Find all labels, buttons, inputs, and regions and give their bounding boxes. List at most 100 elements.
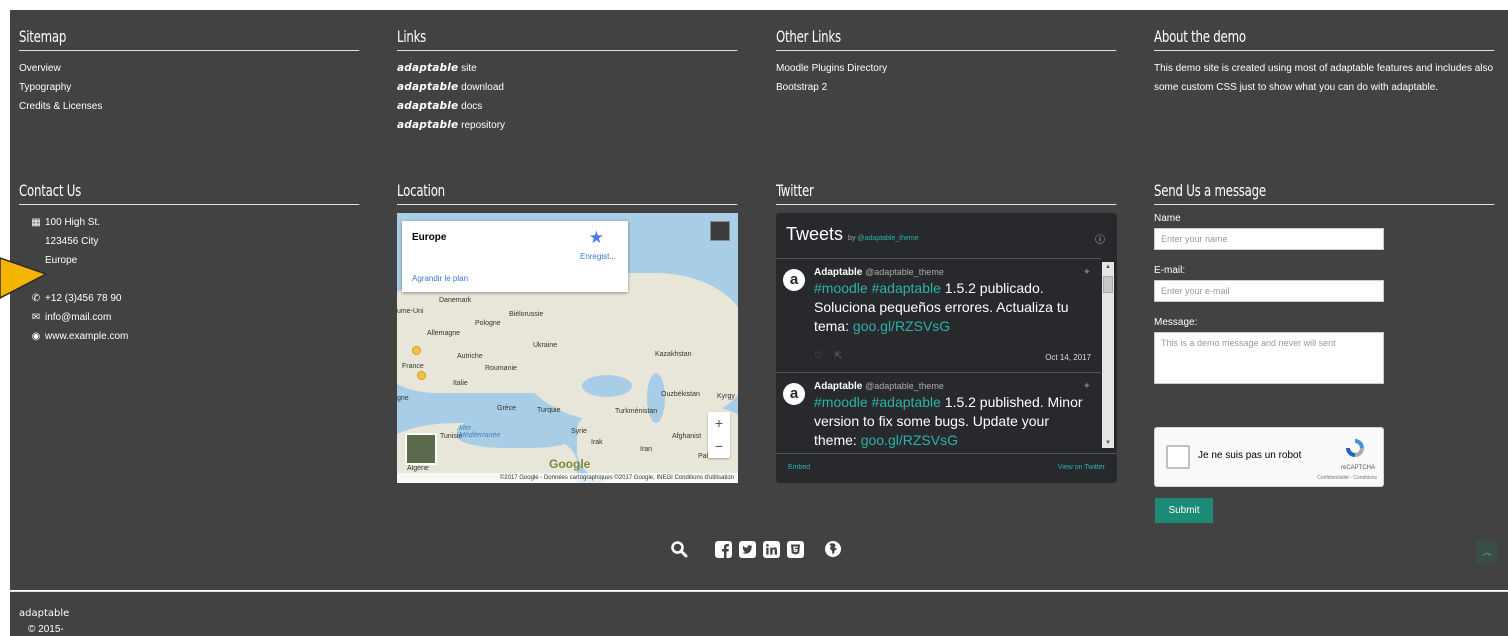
submit-button[interactable]: Submit [1155,498,1213,523]
yellow-arrow-annotation [0,257,48,299]
twitter-icon[interactable] [738,540,756,558]
search-icon[interactable] [670,540,688,558]
tweets-scrollbar[interactable]: ▲ ▼ [1102,262,1114,448]
sitemap-section: Sitemap Overview Typography Credits & Li… [19,27,360,116]
zoom-out-button[interactable]: − [708,435,730,458]
message-title: Send Us a message [1154,181,1495,205]
scroll-up-icon[interactable]: ▲ [1102,264,1114,270]
map-label: gne [397,395,409,402]
map-label: Italie [453,380,468,387]
map-streetview-thumbnail[interactable] [710,221,730,241]
tweets-list: a Adaptable @adaptable_theme ✦ #moodle #… [776,258,1101,453]
other-links-title: Other Links [776,27,1117,51]
map-label: Kyrgy [717,393,735,400]
tweet-text: #moodle #adaptable 1.5.2 publicado. Solu… [814,280,1069,334]
link-bootstrap[interactable]: Bootstrap 2 [776,78,1116,97]
recaptcha-widget: Je ne suis pas un robot reCAPTCHA Confid… [1154,427,1384,487]
recaptcha-terms[interactable]: Confidentialité - Conditions [1317,475,1377,481]
map-enlarge-link[interactable]: Agrandir le plan [412,274,468,283]
contact-address-line2: 123456 City [45,236,99,247]
map-label: Roumanie [485,365,517,372]
link-adaptable-download[interactable]: adaptable download [397,78,737,97]
map-satellite-toggle[interactable] [405,433,437,465]
twitter-handle-link[interactable]: @adaptable_theme [857,235,918,242]
twitter-title: Twitter [776,181,1117,205]
map-label: Autriche [457,353,483,360]
message-label: Message: [1154,317,1198,328]
google-map[interactable]: Danemark Biélorussie Pologne Allemagne U… [397,213,738,483]
star-icon[interactable]: ★ [589,228,604,248]
tweet-text: #moodle #adaptable 1.5.2 published. Mino… [814,394,1083,448]
contact-list: ▦ 100 High St. 123456 City Europe ✆ +12 (3… [19,213,359,346]
map-save-link[interactable]: Enregist... [580,252,616,261]
tweet-actions[interactable]: ♡ ⇱ [814,351,842,362]
about-title: About the demo [1154,27,1495,51]
recaptcha-brand: reCAPTCHA [1340,465,1375,471]
scroll-down-icon[interactable]: ▼ [1102,440,1114,446]
view-on-twitter-link[interactable]: View on Twitter [1058,464,1105,471]
recaptcha-label: Je ne suis pas un robot [1198,450,1302,461]
link-adaptable-docs[interactable]: adaptable docs [397,97,737,116]
map-label: Iran [640,446,653,453]
map-black-sea [582,375,632,397]
contact-website[interactable]: ◉ www.example.com [29,327,359,346]
twitter-bird-icon: ✦ [1082,267,1091,278]
link-adaptable-site[interactable]: adaptable site [397,59,737,78]
email-label: E-mail: [1154,265,1186,276]
about-text: This demo site is created using most of … [1154,63,1494,93]
avatar[interactable]: a [783,269,805,291]
facebook-icon[interactable] [714,540,732,558]
map-label: Ukraine [533,342,558,349]
building-icon: ▦ [31,217,41,228]
recaptcha-logo-icon [1346,439,1364,457]
sitemap-link-credits[interactable]: Credits & Licenses [19,97,359,116]
sitemap-link-typography[interactable]: Typography [19,78,359,97]
map-label: ume-Uni [397,308,424,315]
contact-address-line3: Europe [45,255,78,266]
map-marker[interactable] [417,371,426,380]
map-marker[interactable] [412,346,421,355]
link-adaptable-repository[interactable]: adaptable repository [397,116,737,135]
tweet-author[interactable]: Adaptable @adaptable_theme [814,267,1091,278]
info-icon[interactable]: ⓘ [1095,231,1105,246]
sitemap-link-overview[interactable]: Overview [19,59,359,78]
twitter-timeline: Tweets by @adaptable_theme ⓘ a Adaptable… [776,213,1117,483]
map-label: France [402,363,424,370]
html5-icon[interactable] [786,540,804,558]
embed-link[interactable]: Embed [788,464,810,471]
tweet-item[interactable]: a Adaptable @adaptable_theme ✦ #moodle #… [776,373,1101,453]
map-label: Algérie [407,465,429,472]
scrollbar-thumb[interactable] [1103,276,1113,293]
tweet-item[interactable]: a Adaptable @adaptable_theme ✦ #moodle #… [776,259,1101,373]
contact-title: Contact Us [19,181,360,205]
tweet-date[interactable]: Oct 14, 2017 [1045,353,1091,362]
contact-section: Contact Us ▦ 100 High St. 123456 City Eur… [19,181,360,346]
message-textarea[interactable]: This is a demo message and never will se… [1154,332,1384,384]
map-attribution[interactable]: ©2017 Google - Données cartographiques ©… [397,473,738,483]
email-input[interactable]: Enter your e-mail [1154,280,1384,302]
zoom-in-button[interactable]: + [708,412,730,435]
sitemap-list: Overview Typography Credits & Licenses [19,59,359,116]
links-section: Links adaptable site adaptable download … [397,27,738,135]
globe-icon: ◉ [31,331,41,342]
chevron-up-icon: ︿ [1482,547,1492,557]
links-list: adaptable site adaptable download adapta… [397,59,737,135]
about-section: About the demo This demo site is created… [1154,27,1495,97]
map-label: Danemark [439,297,472,304]
name-label: Name [1154,213,1181,224]
linkedin-icon[interactable] [762,540,780,558]
avatar[interactable]: a [783,383,805,405]
map-label: Grèce [497,405,517,412]
recaptcha-checkbox[interactable] [1166,445,1190,469]
map-label: Afghanist [672,433,702,440]
back-to-top-button[interactable]: ︿ [1476,541,1498,563]
location-section: Location [397,181,738,205]
tweet-author[interactable]: Adaptable @adaptable_theme [814,381,1091,392]
contact-phone: ✆ +12 (3)456 78 90 [29,289,359,308]
contact-email[interactable]: ✉ info@mail.com [29,308,359,327]
globe-icon[interactable] [824,540,842,558]
name-input[interactable]: Enter your name [1154,228,1384,250]
link-moodle-plugins[interactable]: Moodle Plugins Directory [776,59,1116,78]
sitemap-title: Sitemap [19,27,360,51]
map-label: Irak [591,439,603,446]
